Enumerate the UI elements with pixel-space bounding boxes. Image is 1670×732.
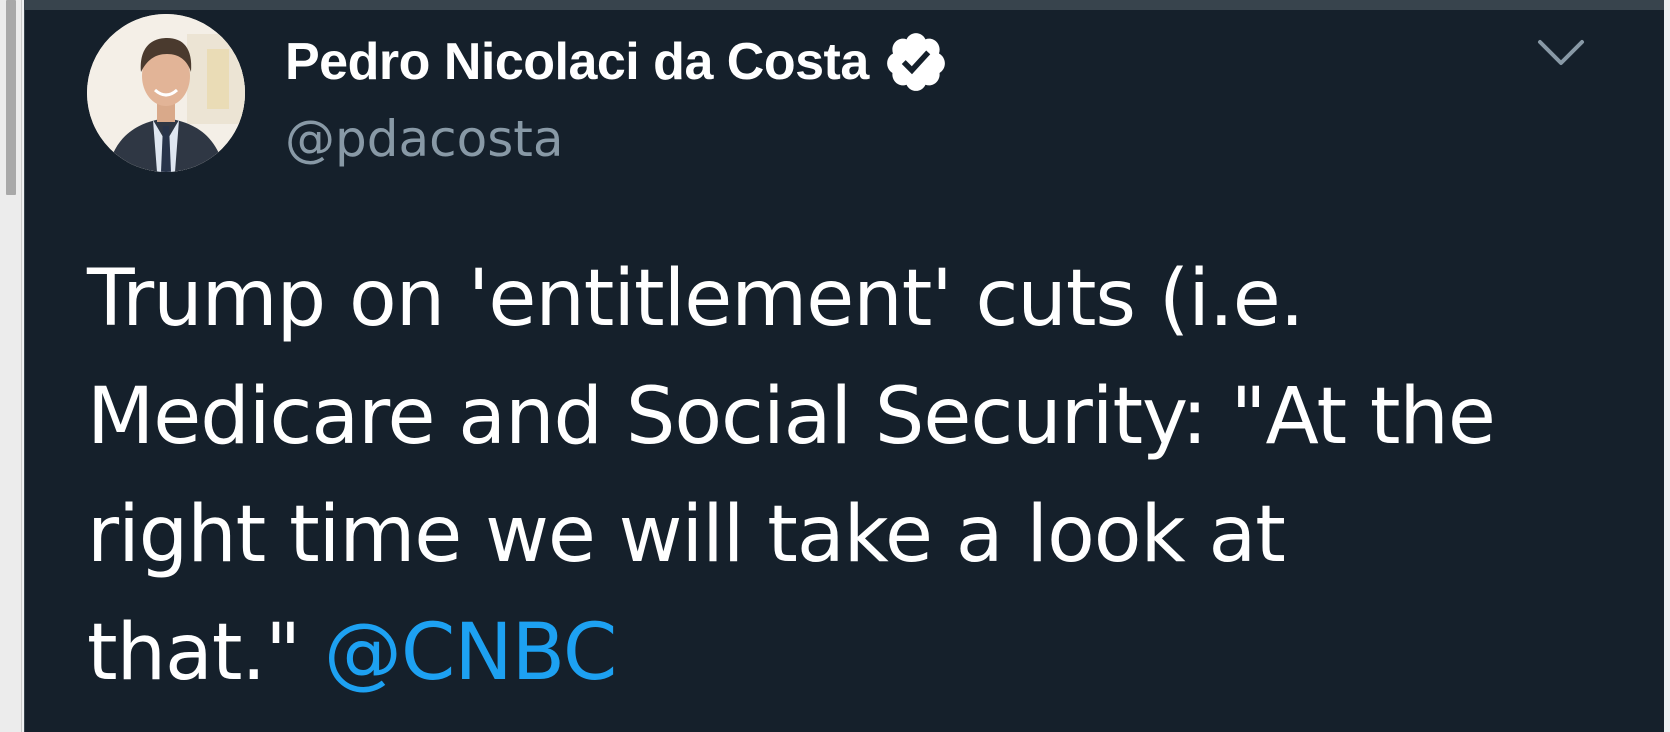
mention-link[interactable]: @CNBC <box>324 608 617 698</box>
display-name[interactable]: Pedro Nicolaci da Costa <box>285 32 869 92</box>
avatar-image <box>87 14 245 172</box>
screen: Pedro Nicolaci da Costa @pdacosta Trump … <box>0 0 1670 732</box>
user-handle[interactable]: @pdacosta <box>285 110 564 168</box>
tweet-card[interactable]: Pedro Nicolaci da Costa @pdacosta Trump … <box>24 0 1664 732</box>
scrollbar[interactable] <box>0 0 22 732</box>
author-name-row[interactable]: Pedro Nicolaci da Costa <box>285 28 949 96</box>
tweet-text-line: Medicare and Social Security: "At the <box>87 372 1496 462</box>
scrollbar-thumb[interactable] <box>6 0 16 195</box>
chevron-down-icon[interactable] <box>1537 38 1585 68</box>
verified-badge-icon <box>886 33 945 91</box>
tweet-text-line: right time we will take a look at <box>87 490 1286 580</box>
tweet-text-line: that." @CNBC <box>87 594 1627 712</box>
tweet-text: Trump on 'entitlement' cuts (i.e. Medica… <box>87 240 1627 712</box>
tweet-text-line: Trump on 'entitlement' cuts (i.e. <box>87 254 1305 344</box>
tweet-text-fragment: that." <box>87 608 324 698</box>
avatar[interactable] <box>87 14 245 172</box>
